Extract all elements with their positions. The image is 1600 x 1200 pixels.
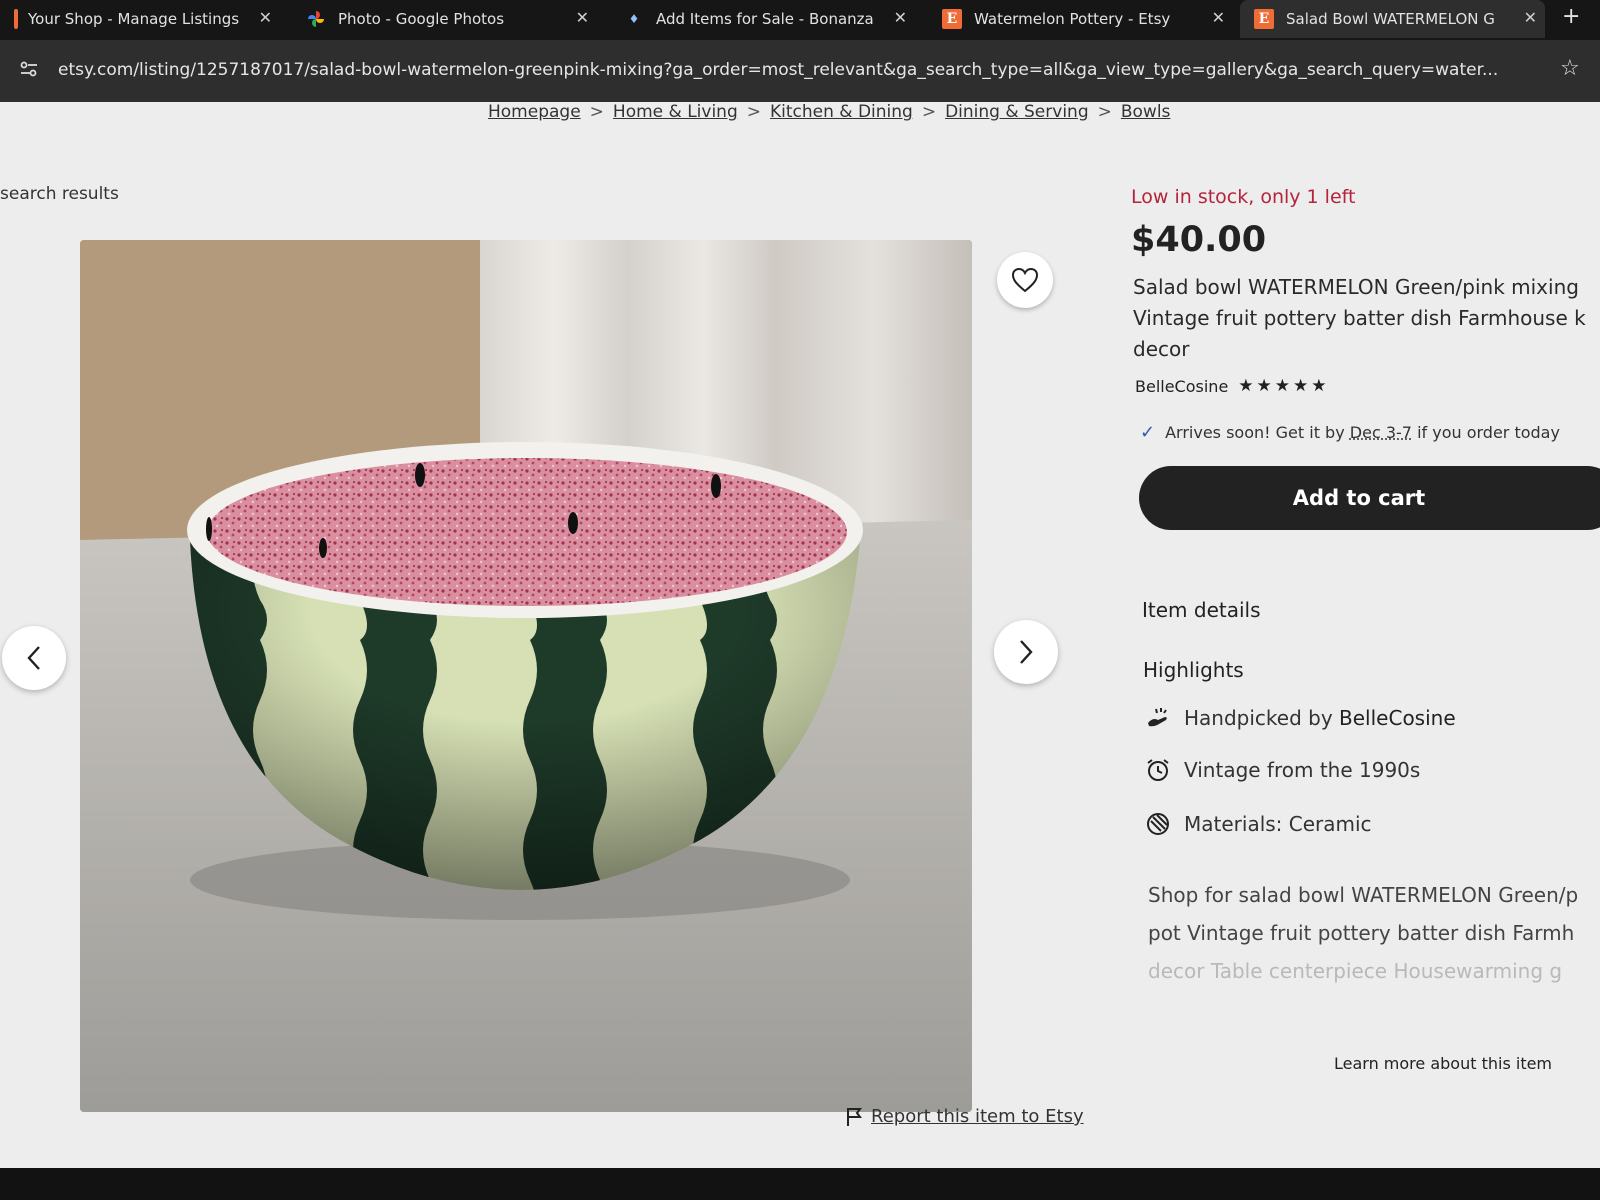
item-details-heading[interactable]: Item details (1142, 598, 1261, 622)
delivery-estimate: ✓ Arrives soon! Get it by Dec 3-7 if you … (1140, 422, 1560, 443)
description-line: pot Vintage fruit pottery batter dish Fa… (1148, 921, 1575, 945)
arrives-suffix: if you order today (1417, 423, 1560, 442)
etsy-icon: E (942, 9, 962, 29)
breadcrumb-bowls[interactable]: Bowls (1121, 102, 1171, 122)
item-description: Shop for salad bowl WATERMELON Green/p p… (1148, 876, 1600, 990)
new-tab-button[interactable]: + (1562, 4, 1580, 29)
browser-toolbar: etsy.com/listing/1257187017/salad-bowl-w… (0, 40, 1600, 102)
tab-google-photos[interactable]: Photo - Google Photos ✕ (292, 0, 597, 38)
report-item-link[interactable]: Report this item to Etsy (845, 1106, 1084, 1127)
tab-salad-bowl[interactable]: E Salad Bowl WATERMELON G ✕ (1240, 0, 1545, 38)
etsy-listing-page: Homepage > Home & Living > Kitchen & Dining >… (0, 102, 1600, 1168)
product-photo[interactable] (80, 240, 972, 1112)
alarm-clock-icon (1144, 756, 1172, 784)
breadcrumb: Homepage > Home & Living > Kitchen & Dining >… (488, 102, 1170, 122)
breadcrumb-separator: > (589, 102, 604, 122)
etsy-shop-icon (14, 9, 18, 29)
etsy-icon: E (1254, 9, 1274, 29)
previous-image-button[interactable] (2, 626, 66, 690)
description-line: decor Table centerpiece Housewarming g (1148, 959, 1563, 983)
tab-watermelon-pottery[interactable]: E Watermelon Pottery - Etsy ✕ (928, 0, 1233, 38)
watermelon-bowl-image (80, 240, 972, 1112)
handpicked-by-seller[interactable]: BelleCosine (1339, 706, 1456, 730)
tab-title: Photo - Google Photos (338, 10, 505, 28)
heart-icon (1011, 267, 1039, 293)
vintage-text: Vintage from the 1990s (1184, 758, 1421, 782)
tab-title: Salad Bowl WATERMELON G (1286, 10, 1495, 28)
google-photos-icon (306, 9, 326, 29)
close-icon[interactable]: ✕ (1212, 8, 1225, 27)
flag-icon (847, 1107, 862, 1126)
check-icon: ✓ (1140, 422, 1156, 443)
materials-icon (1144, 810, 1172, 838)
breadcrumb-kitchen-dining[interactable]: Kitchen & Dining (770, 102, 913, 122)
bonanza-icon: ♦ (628, 12, 640, 26)
address-bar[interactable]: etsy.com/listing/1257187017/salad-bowl-w… (58, 60, 1538, 80)
stock-status: Low in stock, only 1 left (1131, 186, 1356, 208)
breadcrumb-separator: > (1097, 102, 1112, 122)
description-line: Shop for salad bowl WATERMELON Green/p (1148, 883, 1579, 907)
tab-title: Your Shop - Manage Listings (28, 10, 240, 28)
monitor-bezel (0, 1168, 1600, 1200)
report-item-text[interactable]: Report this item to Etsy (871, 1106, 1084, 1127)
close-icon[interactable]: ✕ (576, 8, 589, 27)
tab-title: Add Items for Sale - Bonanza (656, 10, 874, 28)
next-image-button[interactable] (994, 620, 1058, 684)
close-icon[interactable]: ✕ (894, 8, 907, 27)
delivery-dates-link[interactable]: Dec 3-7 (1350, 423, 1412, 442)
materials-text: Materials: Ceramic (1184, 812, 1372, 836)
price: $40.00 (1131, 220, 1267, 260)
listing-title: Salad bowl WATERMELON Green/pink mixing … (1133, 275, 1586, 361)
highlights-heading: Highlights (1143, 658, 1244, 682)
breadcrumb-dining-serving[interactable]: Dining & Serving (945, 102, 1089, 122)
site-info-icon[interactable] (18, 58, 42, 82)
highlight-materials: Materials: Ceramic (1144, 810, 1372, 838)
close-icon[interactable]: ✕ (1524, 8, 1537, 27)
browser-tab-bar: Your Shop - Manage Listings ✕ Photo - Go… (0, 0, 1600, 40)
highlight-handpicked: Handpicked by BelleCosine (1144, 704, 1456, 732)
seller-name-link[interactable]: BelleCosine (1135, 377, 1228, 396)
bookmark-star-icon[interactable]: ☆ (1560, 56, 1580, 81)
breadcrumb-separator: > (921, 102, 937, 122)
tab-bonanza[interactable]: ♦ Add Items for Sale - Bonanza ✕ (610, 0, 915, 38)
breadcrumb-separator: > (746, 102, 761, 122)
hand-sparkle-icon (1144, 704, 1172, 732)
arrives-prefix: Arrives soon! Get it by (1165, 423, 1345, 442)
breadcrumb-homepage[interactable]: Homepage (488, 102, 581, 122)
tab-manage-listings[interactable]: Your Shop - Manage Listings ✕ (0, 0, 280, 38)
highlight-vintage: Vintage from the 1990s (1144, 756, 1420, 784)
back-to-search-results-link[interactable]: search results (0, 184, 119, 204)
breadcrumb-home-living[interactable]: Home & Living (613, 102, 738, 122)
tab-title: Watermelon Pottery - Etsy (974, 10, 1171, 28)
handpicked-prefix: Handpicked by (1184, 706, 1333, 730)
chevron-right-icon (1020, 640, 1033, 664)
close-icon[interactable]: ✕ (259, 8, 272, 27)
add-to-cart-button[interactable]: Add to cart (1139, 466, 1600, 530)
favorite-button[interactable] (997, 252, 1053, 308)
learn-more-link[interactable]: Learn more about this item (1334, 1054, 1552, 1073)
rating-stars[interactable]: ★★★★★ (1238, 376, 1329, 396)
chevron-left-icon (27, 646, 40, 670)
seller-rating-row: BelleCosine ★★★★★ (1135, 376, 1329, 396)
